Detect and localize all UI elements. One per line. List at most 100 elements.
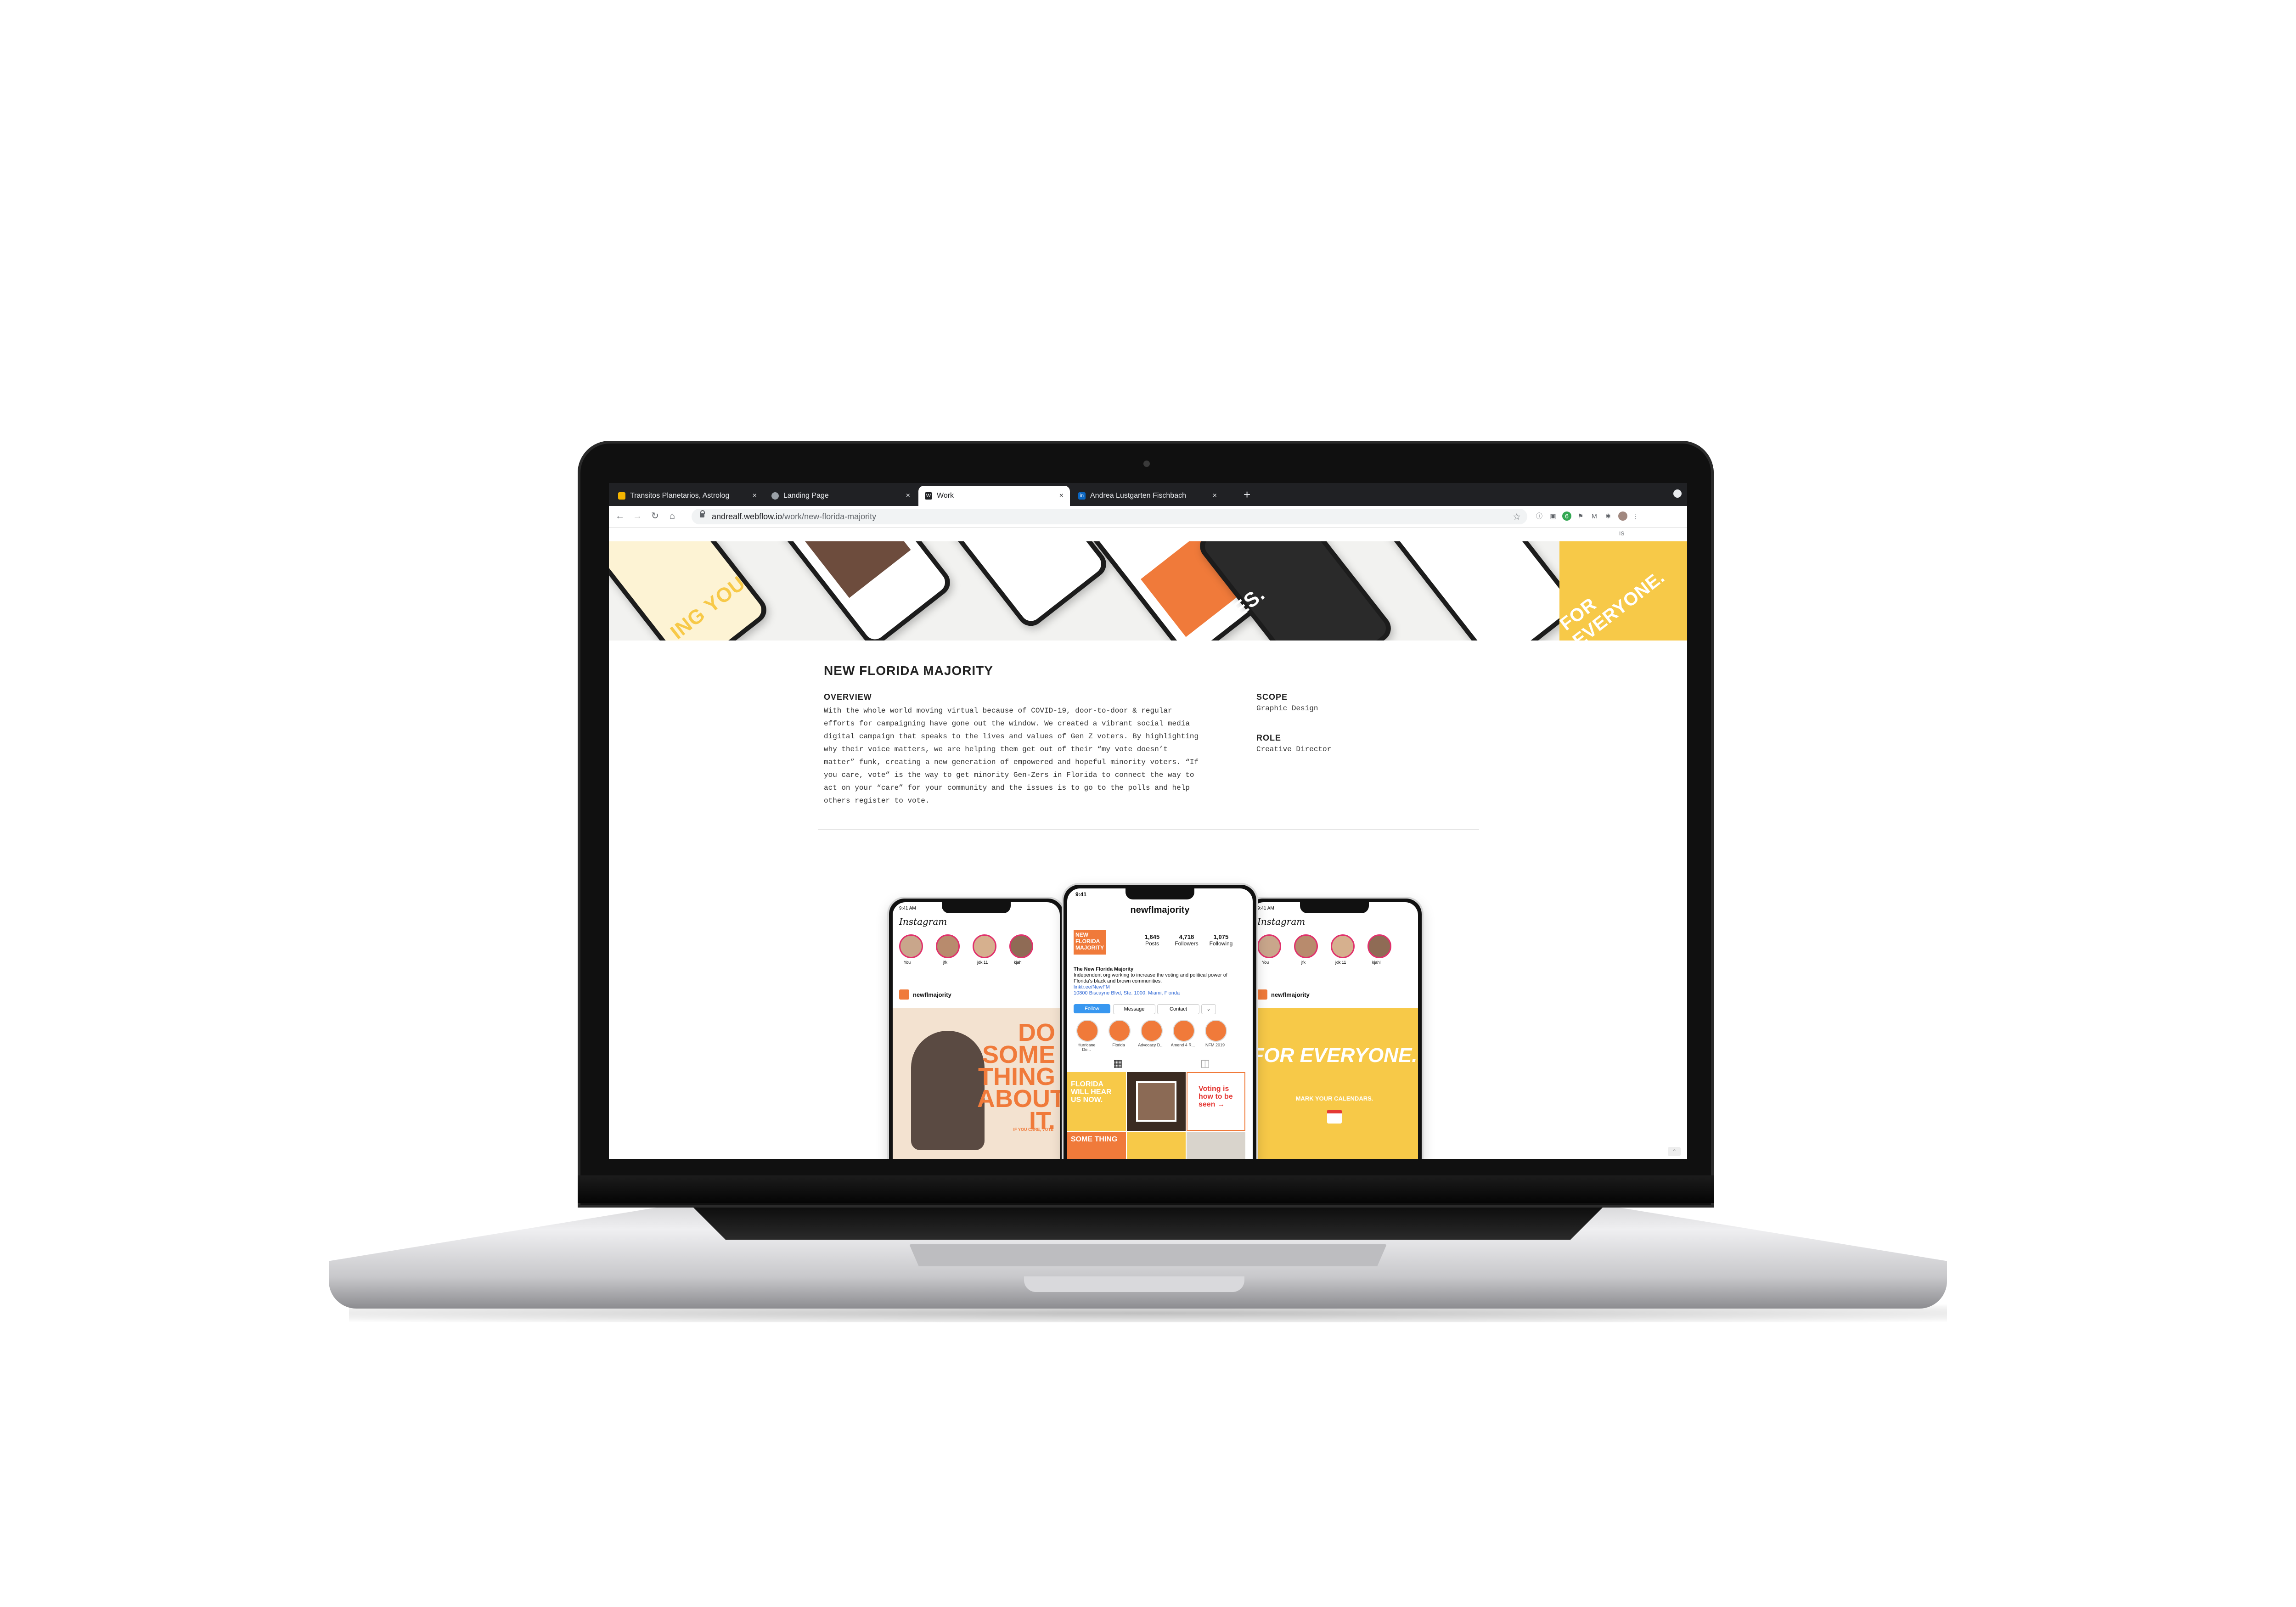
nfm-logo (1257, 989, 1267, 1000)
grid-icon[interactable]: ▦ (1113, 1057, 1123, 1069)
bookmark-star-icon[interactable]: ☆ (1513, 511, 1521, 523)
phone-center-screen: 9:41 newflmajority NEW FLORIDA MAJORITY … (1067, 888, 1253, 1159)
url-path: /work/new-florida-majority (782, 511, 877, 521)
post-image: DO SOME THING ABOUT IT. IF YOU CARE, VOT… (893, 1008, 1060, 1159)
phone-center: 9:41 newflmajority NEW FLORIDA MAJORITY … (1064, 885, 1256, 1159)
phone-left: 9:41 AM Instagram You jfk jdk 11 kjahl n… (889, 899, 1064, 1159)
contact-button[interactable]: Contact (1157, 1004, 1199, 1014)
nfm-logo (899, 989, 909, 1000)
page-title: NEW FLORIDA MAJORITY (824, 663, 993, 678)
highlight-circle[interactable] (1141, 1020, 1163, 1042)
role-value: Creative Director (1256, 745, 1332, 753)
post-subline: MARK YOUR CALENDARS. (1295, 1095, 1373, 1102)
divider (818, 829, 1479, 830)
story-name: kjahl (1014, 960, 1023, 965)
story-name: jfk (1301, 960, 1306, 965)
profile-icon[interactable] (1673, 489, 1682, 498)
tab-transitos[interactable]: Transitos Planetarios, Astrolog × (612, 486, 763, 506)
reload-icon[interactable]: ↻ (651, 511, 659, 522)
phone-time: 9:41 AM (899, 906, 916, 911)
hero-phone-6 (1378, 541, 1580, 641)
story-name: You (904, 960, 911, 965)
linkedin-favicon-icon: in (1078, 492, 1086, 500)
tab-linkedin[interactable]: in Andrea Lustgarten Fischbach × (1072, 486, 1223, 506)
close-icon[interactable]: × (1059, 492, 1064, 500)
bookmark-bar: IS (609, 528, 1687, 541)
avatar[interactable] (1618, 511, 1627, 521)
avatar (1331, 934, 1355, 958)
avatar (1367, 934, 1391, 958)
tab-title: Landing Page (783, 492, 829, 500)
new-tab-button[interactable]: + (1244, 488, 1250, 501)
overview-text: With the whole world moving virtual beca… (824, 707, 1199, 805)
extensions-puzzle-icon[interactable]: ✱ (1604, 511, 1613, 521)
back-icon[interactable]: ← (615, 511, 625, 522)
highlight-circle[interactable] (1109, 1020, 1131, 1042)
overview-label: OVERVIEW (824, 692, 872, 702)
bookmark-item[interactable]: IS (1619, 530, 1624, 537)
highlight-circle[interactable] (1076, 1020, 1098, 1042)
address-bar[interactable]: andrealf.webflow.io/work/new-florida-maj… (692, 509, 1527, 524)
camera-icon (1143, 461, 1150, 467)
forward-icon[interactable]: → (633, 511, 642, 522)
highlight-circle[interactable] (1173, 1020, 1195, 1042)
message-button[interactable]: Message (1113, 1004, 1155, 1014)
post-text: DO SOME THING ABOUT IT. (977, 1019, 1060, 1135)
highlight-label: Florida (1112, 1043, 1125, 1047)
stat-followers: 4,718 Followers (1175, 933, 1199, 947)
home-icon[interactable]: ⌂ (670, 511, 675, 522)
phone-notch (1125, 888, 1194, 899)
browser-tabbar: Transitos Planetarios, Astrolog × Landin… (609, 483, 1687, 506)
chevron-down-icon[interactable]: ⌄ (1201, 1004, 1216, 1014)
story-name: kjahl (1372, 960, 1381, 965)
astrology-favicon-icon (618, 492, 625, 500)
phone-right: 9:41 AM Instagram You jfk jdk 11 kjahl n… (1247, 899, 1422, 1159)
flag-extension-icon[interactable]: ⚑ (1576, 511, 1585, 521)
scope-label: SCOPE (1256, 692, 1288, 702)
grid-post[interactable] (1187, 1132, 1245, 1159)
scope-value: Graphic Design (1256, 704, 1318, 713)
lock-icon (700, 510, 705, 517)
close-icon[interactable]: × (753, 492, 757, 500)
menu-kebab-icon[interactable]: ⋮ (1631, 511, 1640, 521)
stat-following: 1,075 Following (1209, 933, 1233, 947)
highlight-label: Amend 4 R... (1171, 1043, 1195, 1047)
highlight-circle[interactable] (1205, 1020, 1227, 1042)
tab-title: Andrea Lustgarten Fischbach (1090, 492, 1187, 500)
phone-right-screen: 9:41 AM Instagram You jfk jdk 11 kjahl n… (1251, 902, 1418, 1159)
follow-button[interactable]: Follow (1074, 1004, 1110, 1013)
phone-time: 9:41 AM (1257, 906, 1274, 911)
scroll-up-button[interactable]: ⌃ (1668, 1147, 1681, 1156)
hero-banner: ING YOU TIES. FOR EVERYONE. (609, 541, 1687, 641)
tab-work[interactable]: W Work × (918, 486, 1070, 506)
gmail-extension-icon[interactable]: M (1590, 511, 1599, 521)
tab-landing-page[interactable]: Landing Page × (765, 486, 917, 506)
close-icon[interactable]: × (1213, 492, 1217, 500)
globe-favicon-icon (771, 492, 779, 500)
grid-post[interactable]: Voting is how to be seen → (1187, 1072, 1245, 1131)
tab-title: Transitos Planetarios, Astrolog (630, 492, 730, 500)
instagram-logo: Instagram (1257, 916, 1306, 927)
tagged-icon[interactable]: ◫ (1200, 1057, 1210, 1069)
grid-post[interactable]: SOME THING (1067, 1132, 1126, 1159)
post-handle: newflmajority (913, 991, 951, 998)
post-headline: FOR EVERYONE. (1251, 1044, 1418, 1067)
instagram-logo: Instagram (899, 916, 947, 927)
close-icon[interactable]: × (906, 492, 910, 500)
url-host: andrealf.webflow.io (712, 511, 782, 521)
highlight-label: Advocacy D... (1138, 1043, 1164, 1047)
grid-post[interactable] (1127, 1072, 1186, 1131)
grid-post[interactable] (1127, 1132, 1186, 1159)
avatar (1257, 934, 1281, 958)
post-caption: IF YOU CARE, VOTE (1013, 1127, 1053, 1132)
grammarly-extension-icon[interactable]: 6 (1562, 511, 1571, 521)
screen-extension-icon[interactable]: ▣ (1548, 511, 1558, 521)
profile-bio: The New Florida Majority Independent org… (1074, 966, 1239, 996)
story-name: You (1262, 960, 1269, 965)
avatar (1009, 934, 1033, 958)
browser-toolbar: ← → ↻ ⌂ andrealf.webflow.io/work/new-flo… (609, 506, 1687, 528)
nfm-logo: NEW FLORIDA MAJORITY (1074, 930, 1106, 955)
info-extension-icon[interactable]: ⓘ (1535, 511, 1544, 521)
phone-notch (1300, 902, 1369, 913)
grid-post[interactable]: FLORIDA WILL HEAR US NOW. (1067, 1072, 1126, 1131)
